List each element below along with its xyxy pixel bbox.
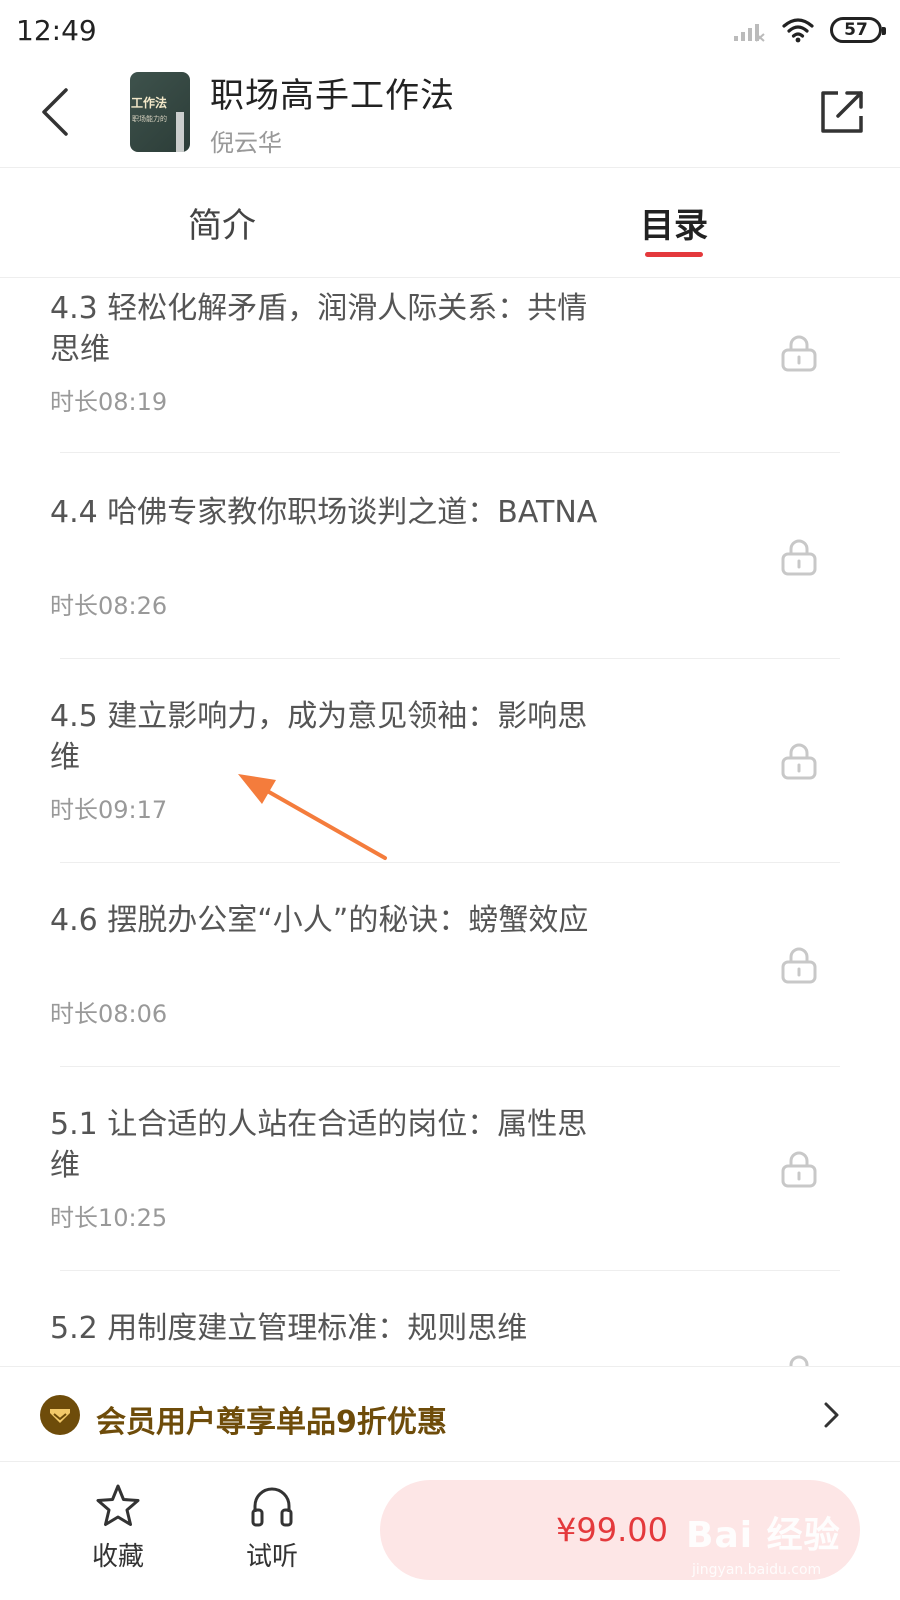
watermark-logo: Bai 经验 — [686, 1515, 841, 1556]
lock-icon — [781, 743, 817, 780]
list-divider — [60, 1270, 840, 1271]
tab-bar: 简介 目录 — [0, 168, 900, 278]
chapter-title: 4.6 摆脱办公室“小人”的秘诀：螃蟹效应 — [50, 903, 589, 938]
trial-listen-label: 试听 — [245, 1542, 298, 1572]
chapter-title: 4.5 建立影响力，成为意见领袖：影响思维 — [50, 699, 588, 775]
page-title: 职场高手工作法 — [210, 76, 455, 116]
share-icon — [821, 91, 863, 133]
active-tab-indicator — [645, 252, 703, 257]
crown-badge-icon — [40, 1395, 80, 1435]
header: 工作法 职场能力的 职场高手工作法 倪云华 — [0, 60, 900, 168]
favorite-label: 收藏 — [91, 1542, 144, 1572]
price-label: ¥99.00 — [556, 1511, 668, 1549]
list-divider — [60, 1066, 840, 1067]
chapter-duration: 时长09:17 — [50, 796, 168, 824]
chapter-item[interactable]: 4.6 摆脱办公室“小人”的秘诀：螃蟹效应 时长08:06 — [0, 902, 900, 1110]
chapter-item[interactable]: 4.3 轻松化解矛盾，润滑人际关系：共情思维 时长08:19 — [0, 278, 900, 486]
promo-text: 会员用户尊享单品9折优惠 — [96, 1405, 447, 1440]
battery-indicator: 57 — [830, 17, 886, 43]
back-button[interactable] — [30, 82, 80, 142]
lock-icon — [781, 335, 817, 372]
headphones-icon — [251, 1487, 293, 1527]
chevron-right-icon — [824, 1402, 839, 1428]
trial-listen-button[interactable]: 试听 — [222, 1482, 322, 1582]
chapter-title: 4.4 哈佛专家教你职场谈判之道：BATNA — [50, 495, 598, 530]
tab-catalog[interactable]: 目录 — [640, 198, 708, 247]
chapter-item[interactable]: 4.5 建立影响力，成为意见领袖：影响思维 时长09:17 — [0, 694, 900, 902]
lock-icon — [781, 947, 817, 984]
cover-subtitle-text: 职场能力的 — [132, 115, 167, 123]
signal-icon — [734, 24, 765, 42]
status-icons: 57 — [732, 14, 886, 46]
share-button[interactable] — [818, 88, 866, 136]
chapter-item[interactable]: 4.4 哈佛专家教你职场谈判之道：BATNA 时长08:26 — [0, 486, 900, 694]
author-name: 倪云华 — [210, 129, 282, 157]
chapter-duration: 时长10:25 — [50, 1204, 168, 1232]
cover-figure — [176, 112, 184, 152]
member-promo-banner[interactable]: 会员用户尊享单品9折优惠 — [0, 1366, 900, 1462]
chapter-duration: 时长08:26 — [50, 592, 168, 620]
tab-intro[interactable]: 简介 — [188, 198, 256, 247]
cover-title-text: 工作法 — [131, 96, 168, 110]
lock-icon — [781, 539, 817, 576]
chapter-item[interactable]: 5.2 用制度建立管理标准：规则思维 — [0, 1311, 900, 1366]
wifi-icon — [782, 18, 814, 43]
chapter-title: 4.3 轻松化解矛盾，润滑人际关系：共情思维 — [50, 291, 588, 367]
chapter-list[interactable]: 4.3 轻松化解矛盾，润滑人际关系：共情思维 时长08:19 4.4 哈佛专家教… — [0, 278, 900, 1366]
chapter-duration: 时长08:19 — [50, 388, 168, 416]
star-icon — [96, 1484, 140, 1526]
lock-icon — [781, 1151, 817, 1188]
list-divider — [60, 658, 840, 659]
list-divider — [60, 452, 840, 453]
watermark-url: jingyan.baidu.com — [692, 1562, 822, 1578]
status-time: 12:49 — [16, 14, 97, 47]
chapter-title: 5.1 让合适的人站在合适的岗位：属性思维 — [50, 1107, 588, 1183]
chapter-duration: 时长08:06 — [50, 1000, 168, 1028]
chapter-title: 5.2 用制度建立管理标准：规则思维 — [50, 1311, 528, 1346]
chapter-item[interactable]: 5.1 让合适的人站在合适的岗位：属性思维 时长10:25 — [0, 1107, 900, 1318]
lock-icon — [789, 1355, 809, 1366]
bottom-action-bar: 收藏 试听 ¥99.00 Bai 经验 jingyan.baidu.com — [0, 1462, 900, 1600]
favorite-button[interactable]: 收藏 — [68, 1482, 168, 1582]
list-divider — [60, 862, 840, 863]
book-cover-image: 工作法 职场能力的 — [130, 72, 190, 152]
status-bar: 12:49 57 — [0, 0, 900, 60]
back-arrow-icon — [42, 88, 68, 136]
